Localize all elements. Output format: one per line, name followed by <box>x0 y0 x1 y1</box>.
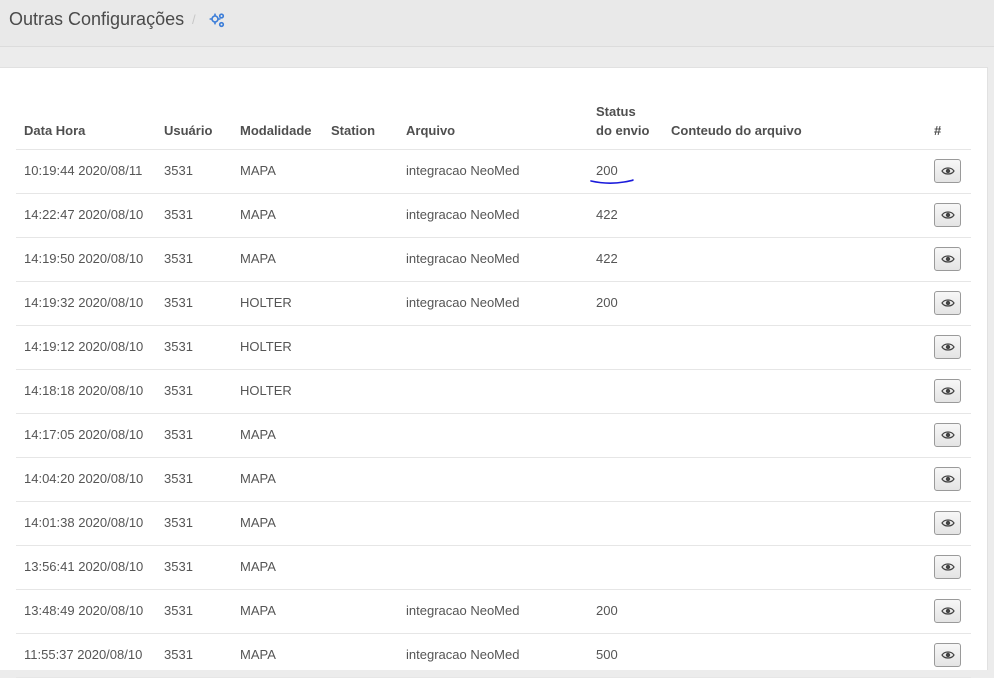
table-row: 14:01:38 2020/08/10 3531 MAPA <box>16 502 971 546</box>
cell-status: 422 <box>596 251 618 266</box>
eye-icon <box>941 387 955 395</box>
cell-usuario: 3531 <box>164 251 193 266</box>
top-header-bar: Outras Configurações / <box>0 0 994 47</box>
cell-modalidade: MAPA <box>240 471 276 486</box>
eye-icon <box>941 167 955 175</box>
cell-usuario: 3531 <box>164 383 193 398</box>
table-row: 14:19:50 2020/08/10 3531 MAPA integracao Ne… <box>16 238 971 282</box>
eye-icon <box>941 255 955 263</box>
cell-modalidade: MAPA <box>240 559 276 574</box>
table-row: 13:56:41 2020/08/10 3531 MAPA <box>16 546 971 590</box>
cell-modalidade: HOLTER <box>240 339 292 354</box>
cell-usuario: 3531 <box>164 427 193 442</box>
col-status-line2[interactable]: do envio <box>596 121 649 140</box>
cell-data-hora: 13:56:41 2020/08/10 <box>24 559 144 574</box>
cell-usuario: 3531 <box>164 471 193 486</box>
cell-usuario: 3531 <box>164 163 193 178</box>
table-row: 11:55:37 2020/08/10 3531 MAPA integracao Ne… <box>16 634 971 678</box>
cell-modalidade: HOLTER <box>240 295 292 310</box>
col-arquivo[interactable]: Arquivo <box>406 121 455 140</box>
cell-arquivo: integracao NeoMed <box>406 295 520 310</box>
view-button[interactable] <box>934 291 961 315</box>
col-acao: # <box>934 123 942 138</box>
eye-icon <box>941 563 955 571</box>
cell-status: 422 <box>596 207 618 222</box>
eye-icon <box>941 475 955 483</box>
cell-status: 200 <box>596 163 618 178</box>
cogs-icon[interactable] <box>209 12 226 29</box>
cell-usuario: 3531 <box>164 339 193 354</box>
col-modalidade[interactable]: Modalidade <box>240 121 312 140</box>
col-station[interactable]: Station <box>331 121 375 140</box>
cell-arquivo: integracao NeoMed <box>406 163 520 178</box>
cell-modalidade: MAPA <box>240 427 276 442</box>
col-data-hora[interactable]: Data Hora <box>24 121 85 140</box>
eye-icon <box>941 299 955 307</box>
cell-data-hora: 14:17:05 2020/08/10 <box>24 427 144 442</box>
cell-data-hora: 14:18:18 2020/08/10 <box>24 383 144 398</box>
cell-data-hora: 14:19:12 2020/08/10 <box>24 339 144 354</box>
cell-data-hora: 14:01:38 2020/08/10 <box>24 515 144 530</box>
view-button[interactable] <box>934 335 961 359</box>
table-row: 14:22:47 2020/08/10 3531 MAPA integracao Ne… <box>16 194 971 238</box>
eye-icon <box>941 607 955 615</box>
eye-icon <box>941 431 955 439</box>
table-row: 14:19:32 2020/08/10 3531 HOLTER integracao … <box>16 282 971 326</box>
cell-modalidade: MAPA <box>240 163 276 178</box>
table-row: 13:48:49 2020/08/10 3531 MAPA integracao Ne… <box>16 590 971 634</box>
page-title: Outras Configurações <box>9 9 185 29</box>
view-button[interactable] <box>934 159 961 183</box>
cell-usuario: 3531 <box>164 207 193 222</box>
view-button[interactable] <box>934 555 961 579</box>
cell-arquivo: integracao NeoMed <box>406 251 520 266</box>
cell-modalidade: HOLTER <box>240 383 292 398</box>
cell-modalidade: MAPA <box>240 207 276 222</box>
table-row: 14:04:20 2020/08/10 3531 MAPA <box>16 458 971 502</box>
view-button[interactable] <box>934 423 961 447</box>
cell-data-hora: 11:55:37 2020/08/10 <box>24 647 143 662</box>
eye-icon <box>941 211 955 219</box>
eye-icon <box>941 343 955 351</box>
view-button[interactable] <box>934 511 961 535</box>
cell-status: 500 <box>596 647 618 662</box>
view-button[interactable] <box>934 467 961 491</box>
cell-modalidade: MAPA <box>240 251 276 266</box>
cell-data-hora: 13:48:49 2020/08/10 <box>24 603 144 618</box>
cell-usuario: 3531 <box>164 295 193 310</box>
cell-usuario: 3531 <box>164 559 193 574</box>
cell-data-hora: 14:19:32 2020/08/10 <box>24 295 144 310</box>
view-button[interactable] <box>934 379 961 403</box>
breadcrumb-separator: / <box>192 12 196 27</box>
cell-status: 200 <box>596 295 618 310</box>
cell-arquivo: integracao NeoMed <box>406 207 520 222</box>
col-usuario[interactable]: Usuário <box>164 121 212 140</box>
handwritten-underline <box>590 179 634 184</box>
eye-icon <box>941 519 955 527</box>
col-conteudo[interactable]: Conteudo do arquivo <box>671 121 802 140</box>
table-row: 14:17:05 2020/08/10 3531 MAPA <box>16 414 971 458</box>
cell-usuario: 3531 <box>164 515 193 530</box>
view-button[interactable] <box>934 203 961 227</box>
view-button[interactable] <box>934 599 961 623</box>
view-button[interactable] <box>934 247 961 271</box>
cell-usuario: 3531 <box>164 647 193 662</box>
cell-data-hora: 14:04:20 2020/08/10 <box>24 471 144 486</box>
table-row: 14:18:18 2020/08/10 3531 HOLTER <box>16 370 971 414</box>
cell-usuario: 3531 <box>164 603 193 618</box>
view-button[interactable] <box>934 643 961 667</box>
cell-modalidade: MAPA <box>240 647 276 662</box>
cell-status: 200 <box>596 603 618 618</box>
cell-data-hora: 14:22:47 2020/08/10 <box>24 207 144 222</box>
eye-icon <box>941 651 955 659</box>
cell-data-hora: 14:19:50 2020/08/10 <box>24 251 144 266</box>
cell-arquivo: integracao NeoMed <box>406 603 520 618</box>
cell-modalidade: MAPA <box>240 515 276 530</box>
cell-modalidade: MAPA <box>240 603 276 618</box>
cell-arquivo: integracao NeoMed <box>406 647 520 662</box>
col-status-line1[interactable]: Status <box>596 102 636 121</box>
cell-data-hora: 10:19:44 2020/08/11 <box>24 163 143 178</box>
table-row: 14:19:12 2020/08/10 3531 HOLTER <box>16 326 971 370</box>
table-row: 10:19:44 2020/08/11 3531 MAPA integracao Ne… <box>16 150 971 194</box>
